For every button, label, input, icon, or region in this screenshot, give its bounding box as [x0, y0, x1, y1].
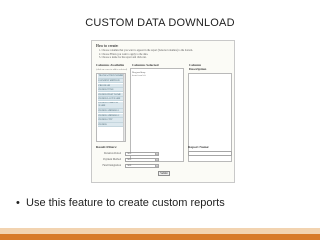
submit-button[interactable]: Submit: [158, 171, 170, 176]
report-name-input[interactable]: [188, 151, 232, 156]
available-column-item[interactable]: DONOR ADDRESS 1: [97, 109, 125, 114]
select-value: ALL: [127, 153, 132, 155]
drop-hint-sub: items from left: [132, 75, 146, 77]
report-name-title: Report Name:: [188, 145, 210, 149]
filter-label: Fund Designation: [102, 164, 121, 167]
chevron-down-icon: ▾: [155, 153, 158, 156]
filter-label: Payment Method: [103, 158, 121, 161]
how-to-heading: How to create:: [96, 44, 119, 48]
bullet-text: Use this feature to create custom report…: [26, 197, 225, 209]
scrollbar[interactable]: [123, 74, 125, 141]
result-filters-title: Result Filters:: [96, 145, 118, 149]
select-value: ALL: [127, 159, 132, 161]
chevron-down-icon: ▾: [155, 159, 158, 162]
bullet-point: • Use this feature to create custom repor…: [16, 197, 316, 209]
available-column-item[interactable]: PAYMENT METHOD: [97, 78, 125, 84]
available-column-item[interactable]: DONOR LAST NAME: [97, 97, 125, 102]
columns-available-subtitle: (click on a row to add to selected): [96, 68, 128, 71]
filter-label: Donation Period: [103, 152, 121, 155]
donation-period-select[interactable]: ALL ▾: [125, 152, 159, 157]
available-column-item[interactable]: DONOR FIRST NAME: [97, 92, 125, 97]
available-column-item[interactable]: DONOR TITLE: [97, 88, 125, 93]
filter-row: Donation Period ALL ▾: [99, 152, 174, 157]
payment-method-select[interactable]: ALL ▾: [125, 158, 159, 163]
available-column-item[interactable]: DONOR: [97, 122, 125, 128]
column-description-title: Column Description: [189, 63, 207, 71]
fund-designation-select[interactable]: ALL ▾: [125, 164, 159, 169]
available-column-item[interactable]: DONOR CITY: [97, 118, 125, 123]
filter-row: Payment Method ALL ▾: [99, 158, 174, 163]
available-column-item[interactable]: PROGRAM: [97, 83, 125, 88]
columns-available-list[interactable]: TRANSACTION NUMBER PAYMENT METHOD PROGRA…: [96, 73, 126, 142]
footer-band-dark: [0, 234, 320, 240]
result-filters: Result Filters: Report Name: Donation Pe…: [96, 145, 232, 180]
chevron-down-icon: ▾: [155, 165, 158, 168]
available-column-item[interactable]: DONOR COMPANY NAME: [97, 101, 125, 109]
available-column-item[interactable]: DONOR ADDRESS 2: [97, 113, 125, 119]
available-column-item[interactable]: TRANSACTION NUMBER: [97, 74, 125, 79]
column-selector: Columns Available (click on a row to add…: [96, 63, 232, 162]
instructions-list: 1. Choose columns that you want to appea…: [96, 49, 230, 60]
instruction-item: 3. Choose a name for the report and clic…: [99, 56, 147, 60]
custom-download-screenshot: How to create: 1. Choose columns that yo…: [91, 40, 235, 183]
filter-row: Fund Designation ALL ▾: [99, 164, 174, 169]
columns-available-title: Columns Available: [96, 63, 125, 67]
select-value: ALL: [127, 165, 132, 167]
slide-title: CUSTOM DATA DOWNLOAD: [85, 17, 235, 29]
bullet-marker: •: [16, 197, 20, 209]
